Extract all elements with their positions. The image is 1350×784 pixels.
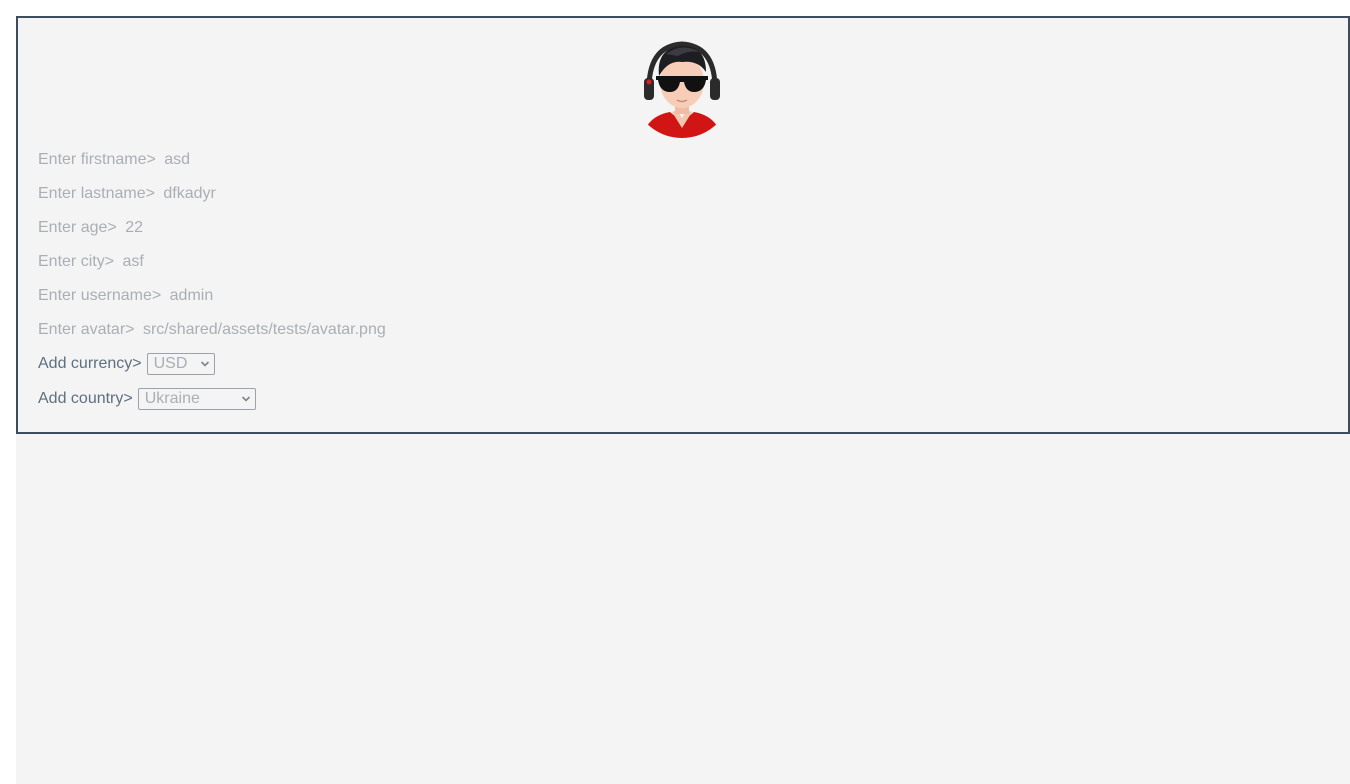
- country-label: Add country>: [38, 390, 133, 407]
- chevron-down-icon: [241, 396, 250, 402]
- firstname-label: Enter firstname>: [38, 151, 156, 168]
- city-field[interactable]: Enter city> asf: [38, 252, 144, 272]
- city-label: Enter city>: [38, 253, 115, 270]
- country-row: Add country> Ukraine: [38, 386, 256, 412]
- city-value: asf: [122, 253, 144, 270]
- currency-selected: USD: [153, 355, 188, 372]
- country-selected: Ukraine: [144, 390, 200, 407]
- firstname-value: asd: [164, 151, 191, 168]
- lastname-value: dfkadyr: [163, 185, 216, 202]
- username-value: admin: [169, 287, 214, 304]
- avatar-field[interactable]: Enter avatar> src/shared/assets/tests/av…: [38, 320, 386, 340]
- lastname-label: Enter lastname>: [38, 185, 155, 202]
- country-select[interactable]: Ukraine: [137, 388, 256, 410]
- username-field[interactable]: Enter username> admin: [38, 286, 213, 306]
- chevron-down-icon: [200, 361, 209, 367]
- avatar-value: src/shared/assets/tests/avatar.png: [142, 321, 386, 338]
- lastname-field[interactable]: Enter lastname> dfkadyr: [38, 184, 216, 204]
- avatar-label: Enter avatar>: [38, 321, 135, 338]
- age-value: 22: [125, 219, 143, 236]
- currency-select[interactable]: USD: [146, 353, 215, 375]
- age-label: Enter age>: [38, 219, 117, 236]
- avatar-image: [632, 38, 732, 138]
- username-label: Enter username>: [38, 287, 162, 304]
- currency-row: Add currency> USD: [38, 351, 215, 377]
- avatar: [632, 38, 732, 138]
- firstname-field[interactable]: Enter firstname> asd: [38, 150, 190, 170]
- profile-card: Enter firstname> asd Enter lastname> dfk…: [16, 16, 1350, 434]
- age-field[interactable]: Enter age> 22: [38, 218, 143, 238]
- currency-label: Add currency>: [38, 355, 142, 372]
